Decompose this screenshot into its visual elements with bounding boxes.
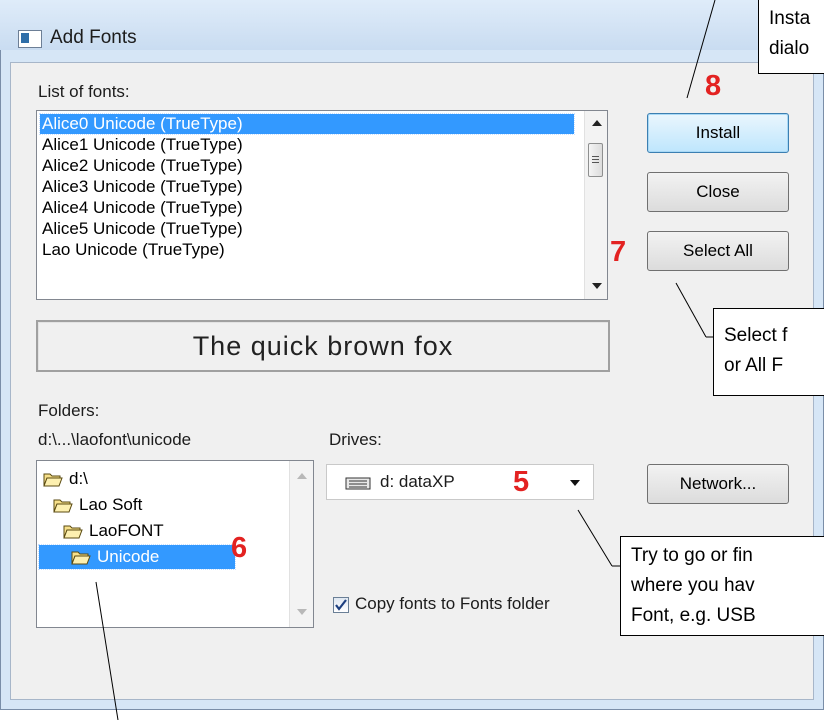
callout-drive-line: Try to go or fin [631, 545, 753, 566]
callout-select-line: or All F [724, 355, 784, 376]
callout-install: Insta dialo [758, 0, 824, 74]
callout-select: Select f or All F [713, 308, 824, 396]
callout-install-line: dialo [769, 38, 810, 59]
step-number-7: 7 [610, 236, 627, 268]
step-number-5: 5 [513, 466, 530, 498]
callout-drive: Try to go or fin where you hav Font, e.g… [620, 536, 824, 636]
callout-drive-line: Font, e.g. USB [631, 605, 756, 626]
step-number-6: 6 [231, 532, 248, 564]
callout-install-line: Insta [769, 8, 811, 29]
callout-drive-line: where you hav [631, 575, 755, 596]
callout-select-line: Select f [724, 325, 788, 346]
step-number-8: 8 [705, 70, 722, 102]
